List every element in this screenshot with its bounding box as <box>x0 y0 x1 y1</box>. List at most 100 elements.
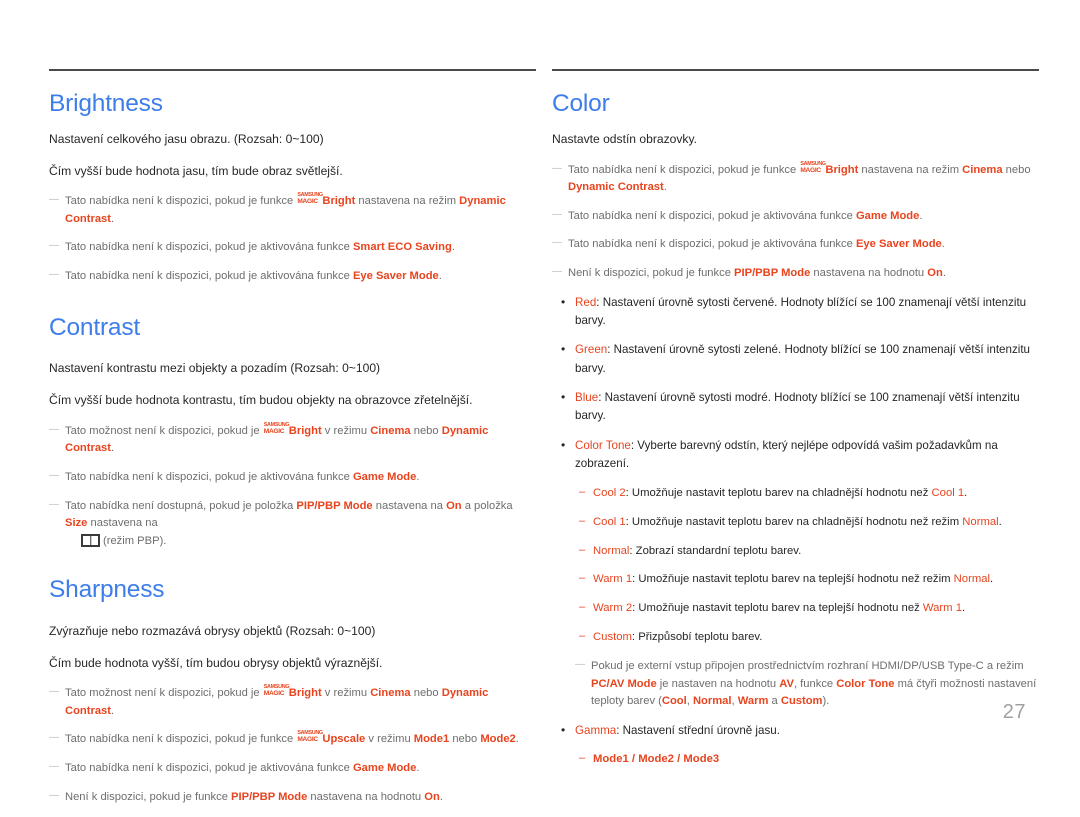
note-text: . <box>416 470 420 483</box>
note-highlight-eye-saver-mode: Eye Saver Mode <box>352 270 439 283</box>
note-text: . <box>515 733 519 746</box>
note-text: . <box>111 704 115 717</box>
option-term: Cool 1 <box>593 515 626 528</box>
option-text: : Umožňuje nastavit teplotu barev na tep… <box>632 573 954 586</box>
option-text: . <box>964 486 968 499</box>
color-tone-option-warm-1: Warm 1: Umožňuje nastavit teplotu barev … <box>552 570 1039 589</box>
note-highlight-on: On <box>424 790 440 803</box>
right-column: Color Nastavte odstín obrazovky. Tato na… <box>552 0 1039 817</box>
note-text: a <box>768 695 781 708</box>
note-highlight-on: On <box>927 267 943 280</box>
note-highlight-pc-av-mode: PC/AV Mode <box>591 677 657 690</box>
option-text: . <box>990 573 994 586</box>
sharpness-note-4: Není k dispozici, pokud je funkce PIP/PB… <box>49 788 536 806</box>
brightness-description-line-1: Nastavení celkového jasu obrazu. (Rozsah… <box>49 131 324 146</box>
color-bullet-gamma: Gamma: Nastavení střední úrovně jasu. <box>552 721 1039 740</box>
gamma-modes-option: Mode1 / Mode2 / Mode3 <box>552 750 1039 769</box>
note-text: . <box>919 209 923 222</box>
bullet-text: : Nastavení úrovně sytosti zelené. Hodno… <box>575 343 1030 375</box>
bullet-term: Blue <box>575 391 599 405</box>
color-tone-option-warm-2: Warm 2: Umožňuje nastavit teplotu barev … <box>552 599 1039 618</box>
note-text: Tato nabídka není k dispozici, pokud je … <box>568 238 856 251</box>
left-column: Brightness Nastavení celkového jasu obra… <box>49 0 536 817</box>
option-text: . <box>998 515 1002 528</box>
option-term: Warm 1 <box>593 573 633 586</box>
color-bullet-green: Green: Nastavení úrovně sytosti zelené. … <box>552 340 1039 377</box>
section-divider-brightness <box>49 69 536 71</box>
note-text: ). <box>822 695 830 708</box>
note-highlight-size: Size <box>65 517 88 530</box>
note-text: Není k dispozici, pokud je funkce <box>568 267 735 280</box>
samsung-magic-logo-line-2: MAGIC <box>263 690 285 698</box>
samsung-magic-logo-icon: SAMSUNG MAGIC <box>263 684 290 698</box>
note-highlight-cinema: Cinema <box>962 163 1003 176</box>
note-text: nastavena na <box>372 499 447 512</box>
option-text: : Umožňuje nastavit teplotu barev na chl… <box>625 515 963 528</box>
color-tone-option-cool-1: Cool 1: Umožňuje nastavit teplotu barev … <box>552 513 1039 532</box>
note-text: a položka <box>461 499 513 512</box>
note-text: nebo <box>410 687 442 700</box>
samsung-magic-logo-line-2: MAGIC <box>297 736 318 744</box>
note-highlight-game-mode: Game Mode <box>352 762 417 775</box>
brightness-note-2: Tato nabídka není k dispozici, pokud je … <box>49 238 536 256</box>
note-highlight-eye-saver-mode: Eye Saver Mode <box>855 238 942 251</box>
note-highlight-bright: Bright <box>825 163 859 176</box>
note-highlight-warm: Warm <box>737 695 769 708</box>
samsung-magic-logo-icon: SAMSUNG MAGIC <box>800 161 826 174</box>
note-highlight-cinema: Cinema <box>370 424 411 437</box>
note-highlight-mode2: Mode2 <box>480 733 516 746</box>
bullet-term: Gamma <box>575 723 617 737</box>
bullet-text: : Vyberte barevný odstín, který nejlépe … <box>575 438 998 471</box>
note-text: v režimu <box>321 687 371 700</box>
section-title-sharpness: Sharpness <box>49 576 165 603</box>
note-text: Tato možnost není k dispozici, pokud je <box>65 424 263 437</box>
note-highlight-normal: Normal <box>692 695 732 708</box>
option-reference: Warm 1 <box>922 602 963 615</box>
option-term: Cool 2 <box>593 486 626 499</box>
option-text: . <box>962 602 966 615</box>
two-column-layout: Brightness Nastavení celkového jasu obra… <box>0 0 1080 817</box>
option-text: : Přizpůsobí teplotu barev. <box>631 631 763 644</box>
section-title-brightness: Brightness <box>49 90 163 117</box>
note-text: Tato nabídka není k dispozici, pokud je … <box>65 762 353 775</box>
note-text: , funkce <box>793 677 837 690</box>
option-term: Custom <box>593 631 632 644</box>
color-bullet-blue: Blue: Nastavení úrovně sytosti modré. Ho… <box>552 388 1039 425</box>
contrast-description-line-1: Nastavení kontrastu mezi objekty a pozad… <box>49 361 381 376</box>
note-text: nebo <box>410 424 442 437</box>
color-note-2: Tato nabídka není k dispozici, pokud je … <box>552 207 1039 225</box>
brightness-note-3: Tato nabídka není k dispozici, pokud je … <box>49 267 536 285</box>
note-text: Tato nabídka není dostupná, pokud je pol… <box>65 499 297 512</box>
color-tone-option-cool-2: Cool 2: Umožňuje nastavit teplotu barev … <box>552 484 1039 503</box>
note-text: . <box>111 442 115 455</box>
note-highlight-cinema: Cinema <box>370 687 411 700</box>
section-title-color: Color <box>552 90 610 117</box>
note-text: nastavena na hodnotu <box>307 790 425 803</box>
note-highlight-av: AV <box>779 677 794 690</box>
bullet-term: Green <box>575 343 608 357</box>
note-text: Není k dispozici, pokud je funkce <box>65 790 232 803</box>
note-text: v režimu <box>365 733 414 746</box>
note-text: Tato nabídka není k dispozici, pokud je … <box>65 470 353 483</box>
note-highlight-game-mode: Game Mode <box>855 209 920 222</box>
note-text: . <box>663 181 667 194</box>
brightness-description-line-2: Čím vyšší bude hodnota jasu, tím bude ob… <box>49 163 343 178</box>
color-note-4: Není k dispozici, pokud je funkce PIP/PB… <box>552 264 1039 282</box>
note-text: Pokud je externí vstup připojen prostřed… <box>591 660 1024 673</box>
note-text: Tato nabídka není k dispozici, pokud je … <box>65 733 297 746</box>
note-text: Tato nabídka není k dispozici, pokud je … <box>65 241 353 254</box>
bullet-text: : Nastavení úrovně sytosti červené. Hodn… <box>575 295 1027 327</box>
option-reference: Cool 1 <box>931 486 965 499</box>
contrast-note-1: Tato možnost není k dispozici, pokud je … <box>49 422 536 458</box>
bullet-term: Color Tone <box>575 438 631 452</box>
note-highlight-smart-eco-saving: Smart ECO Saving <box>352 241 452 254</box>
color-description-line-1: Nastavte odstín obrazovky. <box>552 131 697 146</box>
contrast-description-line-2: Čím vyšší bude hodnota kontrastu, tím bu… <box>49 393 473 408</box>
bullet-term: Red <box>575 295 597 309</box>
note-highlight-color-tone: Color Tone <box>836 677 895 690</box>
note-highlight-custom: Custom <box>780 695 823 708</box>
note-text: Tato nabídka není k dispozici, pokud je … <box>65 270 353 283</box>
contrast-note-2: Tato nabídka není k dispozici, pokud je … <box>49 468 536 486</box>
note-highlight-bright: Bright <box>288 424 322 437</box>
note-text: . <box>941 238 945 251</box>
